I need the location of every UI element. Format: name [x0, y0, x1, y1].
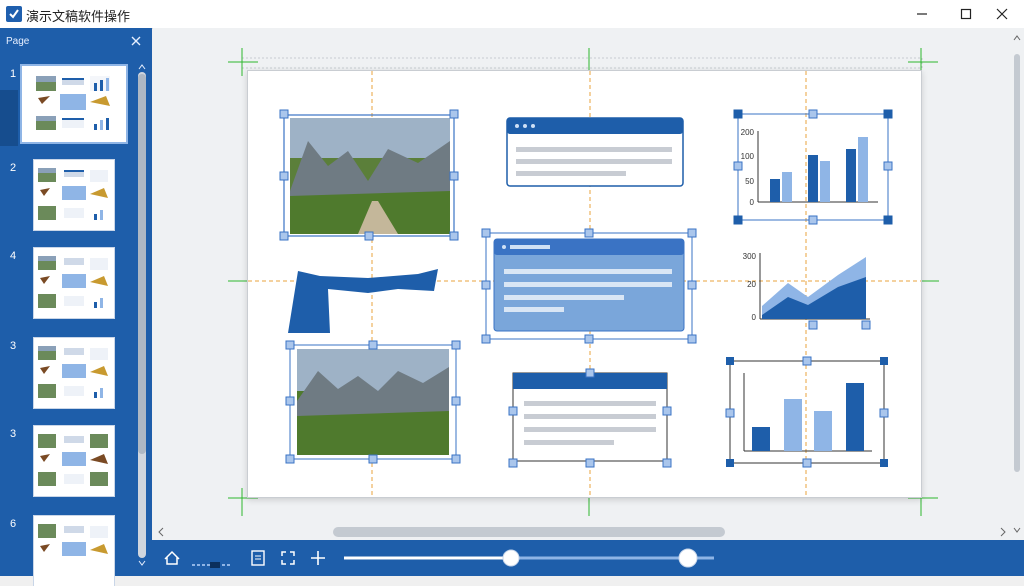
text-box-2[interactable]	[481, 228, 697, 344]
close-button[interactable]	[980, 0, 1024, 28]
close-icon	[996, 8, 1008, 20]
slide-number: 4	[10, 250, 17, 262]
text-box-3[interactable]	[508, 368, 672, 468]
app-logo-icon	[6, 6, 22, 22]
canvas-vertical-scrollbar[interactable]	[1010, 28, 1024, 540]
bar-chart-tick: 50	[745, 177, 754, 186]
slide-thumbnail-2[interactable]	[34, 160, 114, 230]
slide-number: 6	[10, 518, 17, 530]
slide-thumbnail-3[interactable]	[34, 248, 114, 318]
home-icon	[164, 550, 180, 565]
slide-panel-header: Page	[0, 28, 152, 56]
zoom-slider-end-handle[interactable]	[678, 548, 698, 568]
notes-button[interactable]	[248, 548, 268, 568]
plus-icon	[311, 551, 325, 565]
notes-icon	[251, 550, 265, 566]
slide-number: 2	[10, 162, 17, 174]
canvas-horizontal-scrollbar[interactable]	[153, 524, 1010, 540]
slide-canvas[interactable]: 200 100 50 0 300 20 0	[247, 70, 922, 498]
bottom-toolbar	[152, 540, 1024, 576]
slide-thumbnail-1[interactable]	[22, 66, 126, 142]
slide-content: 200 100 50 0 300 20 0	[248, 71, 921, 497]
landscape-image-1[interactable]	[279, 109, 459, 241]
maximize-icon	[960, 8, 972, 20]
slide-thumbnail-5[interactable]	[34, 426, 114, 496]
bar-chart-bottom[interactable]	[725, 356, 889, 468]
bar-chart-tick: 0	[750, 198, 755, 207]
slide-number: 1	[10, 68, 17, 80]
zoom-slider-handle[interactable]	[502, 549, 520, 567]
mini-zoom-slider[interactable]	[192, 555, 232, 568]
area-chart-tick: 0	[752, 313, 757, 322]
slide-number: 3	[10, 340, 17, 352]
slide-panel: Page 1 2 4 3 3 6	[0, 28, 152, 586]
bar-chart-top[interactable]: 200 100 50 0	[733, 109, 893, 225]
close-icon	[131, 36, 141, 46]
app-title: 演示文稿软件操作	[26, 9, 131, 24]
slide-thumbnail-4[interactable]	[34, 338, 114, 408]
add-slide-button[interactable]	[308, 548, 328, 568]
slide-panel-title: Page	[6, 36, 30, 47]
slide-number: 3	[10, 428, 17, 440]
fit-to-window-button[interactable]	[278, 548, 298, 568]
minimize-icon	[917, 13, 927, 15]
fit-icon	[281, 551, 295, 565]
zoom-slider[interactable]	[344, 548, 714, 568]
area-chart-tick: 300	[743, 252, 757, 261]
axe-shape[interactable]	[288, 269, 438, 333]
selected-slide-indicator	[0, 90, 18, 146]
editing-canvas[interactable]: 200 100 50 0 300 20 0	[153, 28, 1024, 540]
slide-panel-close-button[interactable]	[130, 34, 142, 46]
bar-chart-tick: 200	[741, 128, 755, 137]
area-chart-tick: 20	[747, 280, 756, 289]
text-box-1[interactable]	[506, 117, 684, 187]
title-bar: 演示文稿软件操作	[0, 0, 1024, 29]
bar-chart-tick: 100	[741, 152, 755, 161]
home-button[interactable]	[162, 548, 182, 568]
landscape-image-2[interactable]	[285, 340, 461, 464]
minimize-button[interactable]	[900, 0, 944, 28]
slide-panel-scrollbar[interactable]	[136, 62, 148, 568]
